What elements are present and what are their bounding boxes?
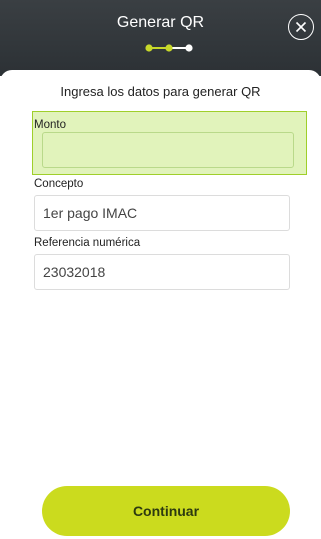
header-bar: Generar QR: [0, 0, 321, 76]
referencia-field-group: Referencia numérica: [34, 237, 294, 290]
step-dot-3: [185, 44, 193, 52]
concepto-input[interactable]: [34, 195, 290, 231]
form-sheet: Ingresa los datos para generar QR Monto …: [0, 70, 321, 539]
referencia-label: Referencia numérica: [34, 237, 141, 249]
monto-field-group: Monto: [34, 119, 294, 172]
step-dot-2: [165, 44, 173, 52]
close-icon: [295, 21, 307, 33]
continue-button[interactable]: Continuar: [42, 486, 290, 536]
concepto-label: Concepto: [34, 178, 84, 190]
concepto-field-group: Concepto: [34, 178, 294, 231]
monto-label: Monto: [34, 119, 66, 131]
step-dot-1: [145, 44, 153, 52]
page-title: Generar QR: [116, 14, 205, 31]
step-indicator: [145, 44, 193, 52]
form-subtitle: Ingresa los datos para generar QR: [60, 84, 261, 99]
referencia-input[interactable]: [34, 254, 290, 290]
close-button[interactable]: [288, 14, 314, 40]
monto-input[interactable]: [34, 136, 290, 172]
